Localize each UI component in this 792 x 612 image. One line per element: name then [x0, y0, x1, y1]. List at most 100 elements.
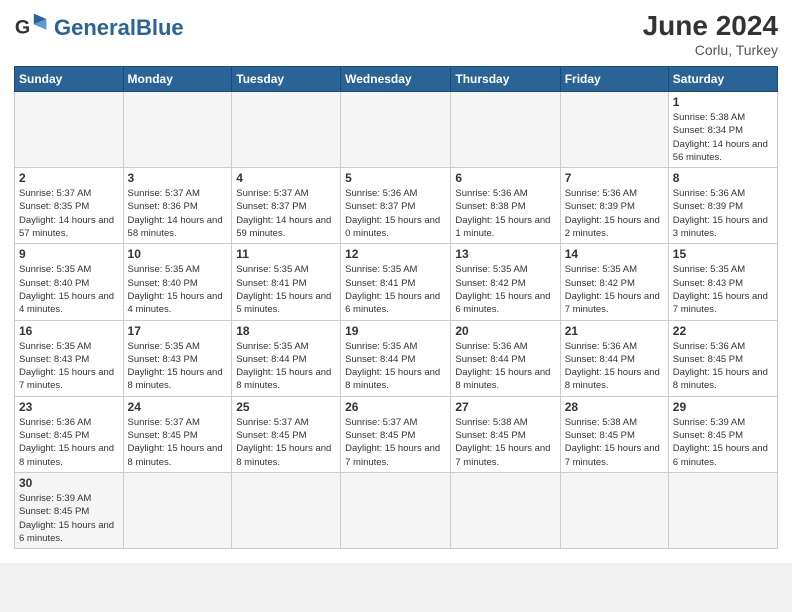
day-number: 25 — [236, 400, 336, 414]
day-info: Sunrise: 5:35 AM Sunset: 8:43 PM Dayligh… — [673, 263, 773, 316]
table-row — [560, 92, 668, 168]
table-row: 11Sunrise: 5:35 AM Sunset: 8:41 PM Dayli… — [232, 244, 341, 320]
table-row: 22 Sunrise: 5:36 AM Sunset: 8:45 PM Dayli… — [668, 320, 777, 396]
day-number: 29 — [673, 400, 773, 414]
day-info: Sunrise: 5:37 AM Sunset: 8:45 PM Dayligh… — [236, 416, 336, 469]
table-row: 15 Sunrise: 5:35 AM Sunset: 8:43 PM Dayli… — [668, 244, 777, 320]
col-monday: Monday — [123, 67, 232, 92]
logo-general: General — [54, 15, 136, 40]
day-info: Sunrise: 5:37 AM Sunset: 8:36 PM Dayligh… — [128, 187, 228, 240]
day-info: Sunrise: 5:35 AM Sunset: 8:40 PM Dayligh… — [128, 263, 228, 316]
logo: G GeneralBlue — [14, 10, 184, 46]
table-row: 14Sunrise: 5:35 AM Sunset: 8:42 PM Dayli… — [560, 244, 668, 320]
table-row: 17Sunrise: 5:35 AM Sunset: 8:43 PM Dayli… — [123, 320, 232, 396]
day-info: Sunrise: 5:36 AM Sunset: 8:39 PM Dayligh… — [565, 187, 664, 240]
table-row — [341, 472, 451, 548]
day-info: Sunrise: 5:38 AM Sunset: 8:34 PM Dayligh… — [673, 111, 773, 164]
table-row: 29 Sunrise: 5:39 AM Sunset: 8:45 PM Dayli… — [668, 396, 777, 472]
table-row: 24Sunrise: 5:37 AM Sunset: 8:45 PM Dayli… — [123, 396, 232, 472]
day-number: 9 — [19, 247, 119, 261]
day-info: Sunrise: 5:37 AM Sunset: 8:45 PM Dayligh… — [128, 416, 228, 469]
day-info: Sunrise: 5:36 AM Sunset: 8:45 PM Dayligh… — [673, 340, 773, 393]
day-number: 23 — [19, 400, 119, 414]
calendar-week-2: 2 Sunrise: 5:37 AM Sunset: 8:35 PM Daylig… — [15, 168, 778, 244]
day-info: Sunrise: 5:35 AM Sunset: 8:43 PM Dayligh… — [19, 340, 119, 393]
day-number: 28 — [565, 400, 664, 414]
day-info: Sunrise: 5:35 AM Sunset: 8:40 PM Dayligh… — [19, 263, 119, 316]
table-row: 28 Sunrise: 5:38 AM Sunset: 8:45 PM Dayli… — [560, 396, 668, 472]
header: G GeneralBlue June 2024 Corlu, Turkey — [14, 10, 778, 58]
col-thursday: Thursday — [451, 67, 560, 92]
table-row: 5 Sunrise: 5:36 AM Sunset: 8:37 PM Daylig… — [341, 168, 451, 244]
day-number: 1 — [673, 95, 773, 109]
day-number: 27 — [455, 400, 555, 414]
calendar-table: Sunday Monday Tuesday Wednesday Thursday… — [14, 66, 778, 549]
table-row: 27 Sunrise: 5:38 AM Sunset: 8:45 PM Dayli… — [451, 396, 560, 472]
day-number: 16 — [19, 324, 119, 338]
col-saturday: Saturday — [668, 67, 777, 92]
table-row — [668, 472, 777, 548]
day-info: Sunrise: 5:36 AM Sunset: 8:44 PM Dayligh… — [455, 340, 555, 393]
table-row: 3Sunrise: 5:37 AM Sunset: 8:36 PM Daylig… — [123, 168, 232, 244]
day-info: Sunrise: 5:36 AM Sunset: 8:44 PM Dayligh… — [565, 340, 664, 393]
table-row — [451, 472, 560, 548]
logo-text: GeneralBlue — [54, 17, 184, 39]
table-row — [232, 92, 341, 168]
day-info: Sunrise: 5:37 AM Sunset: 8:37 PM Dayligh… — [236, 187, 336, 240]
table-row — [341, 92, 451, 168]
table-row: 13 Sunrise: 5:35 AM Sunset: 8:42 PM Dayli… — [451, 244, 560, 320]
day-number: 26 — [345, 400, 446, 414]
day-number: 22 — [673, 324, 773, 338]
table-row — [560, 472, 668, 548]
day-info: Sunrise: 5:39 AM Sunset: 8:45 PM Dayligh… — [673, 416, 773, 469]
day-info: Sunrise: 5:38 AM Sunset: 8:45 PM Dayligh… — [565, 416, 664, 469]
logo-blue: Blue — [136, 15, 184, 40]
day-info: Sunrise: 5:35 AM Sunset: 8:41 PM Dayligh… — [345, 263, 446, 316]
month-year: June 2024 — [643, 10, 778, 42]
day-info: Sunrise: 5:35 AM Sunset: 8:44 PM Dayligh… — [345, 340, 446, 393]
day-number: 10 — [128, 247, 228, 261]
day-number: 20 — [455, 324, 555, 338]
location: Corlu, Turkey — [643, 42, 778, 58]
day-info: Sunrise: 5:35 AM Sunset: 8:42 PM Dayligh… — [455, 263, 555, 316]
col-wednesday: Wednesday — [341, 67, 451, 92]
day-number: 11 — [236, 247, 336, 261]
calendar-header-row: Sunday Monday Tuesday Wednesday Thursday… — [15, 67, 778, 92]
col-sunday: Sunday — [15, 67, 124, 92]
day-info: Sunrise: 5:36 AM Sunset: 8:38 PM Dayligh… — [455, 187, 555, 240]
table-row: 2 Sunrise: 5:37 AM Sunset: 8:35 PM Daylig… — [15, 168, 124, 244]
general-blue-logo-icon: G — [14, 10, 50, 46]
title-block: June 2024 Corlu, Turkey — [643, 10, 778, 58]
table-row: 19 Sunrise: 5:35 AM Sunset: 8:44 PM Dayli… — [341, 320, 451, 396]
table-row: 26Sunrise: 5:37 AM Sunset: 8:45 PM Dayli… — [341, 396, 451, 472]
table-row: 30Sunrise: 5:39 AM Sunset: 8:45 PM Dayli… — [15, 472, 124, 548]
day-number: 17 — [128, 324, 228, 338]
day-number: 14 — [565, 247, 664, 261]
day-number: 2 — [19, 171, 119, 185]
day-info: Sunrise: 5:38 AM Sunset: 8:45 PM Dayligh… — [455, 416, 555, 469]
calendar-week-5: 23Sunrise: 5:36 AM Sunset: 8:45 PM Dayli… — [15, 396, 778, 472]
day-info: Sunrise: 5:36 AM Sunset: 8:39 PM Dayligh… — [673, 187, 773, 240]
day-number: 15 — [673, 247, 773, 261]
table-row: 21Sunrise: 5:36 AM Sunset: 8:44 PM Dayli… — [560, 320, 668, 396]
day-info: Sunrise: 5:36 AM Sunset: 8:37 PM Dayligh… — [345, 187, 446, 240]
table-row: 18Sunrise: 5:35 AM Sunset: 8:44 PM Dayli… — [232, 320, 341, 396]
calendar-week-4: 16 Sunrise: 5:35 AM Sunset: 8:43 PM Dayli… — [15, 320, 778, 396]
table-row: 4 Sunrise: 5:37 AM Sunset: 8:37 PM Daylig… — [232, 168, 341, 244]
day-number: 30 — [19, 476, 119, 490]
table-row — [15, 92, 124, 168]
table-row — [123, 472, 232, 548]
day-info: Sunrise: 5:35 AM Sunset: 8:44 PM Dayligh… — [236, 340, 336, 393]
day-number: 13 — [455, 247, 555, 261]
day-info: Sunrise: 5:37 AM Sunset: 8:35 PM Dayligh… — [19, 187, 119, 240]
table-row: 8Sunrise: 5:36 AM Sunset: 8:39 PM Daylig… — [668, 168, 777, 244]
day-number: 6 — [455, 171, 555, 185]
table-row: 7Sunrise: 5:36 AM Sunset: 8:39 PM Daylig… — [560, 168, 668, 244]
col-friday: Friday — [560, 67, 668, 92]
day-number: 19 — [345, 324, 446, 338]
day-number: 5 — [345, 171, 446, 185]
day-number: 4 — [236, 171, 336, 185]
table-row: 10 Sunrise: 5:35 AM Sunset: 8:40 PM Dayli… — [123, 244, 232, 320]
calendar-week-3: 9 Sunrise: 5:35 AM Sunset: 8:40 PM Daylig… — [15, 244, 778, 320]
day-number: 12 — [345, 247, 446, 261]
